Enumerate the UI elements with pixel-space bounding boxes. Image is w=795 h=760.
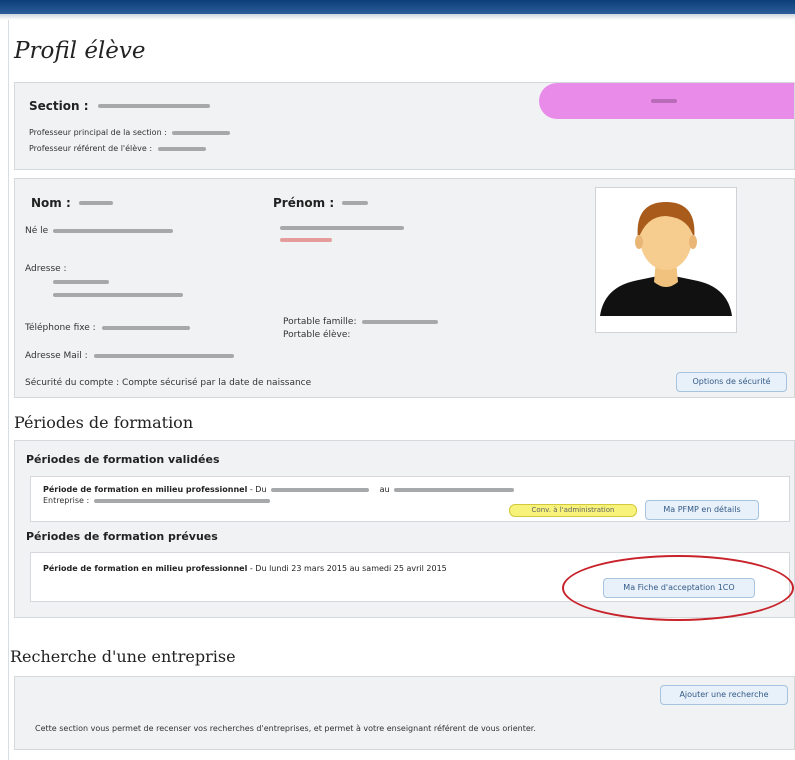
portable-eleve-label: Portable élève: <box>283 330 351 340</box>
avatar-icon <box>600 202 732 316</box>
section-value <box>97 103 210 108</box>
top-bar-shadow <box>0 14 795 20</box>
periode-validee-card: Période de formation en milieu professio… <box>30 476 790 522</box>
section-color-value <box>651 99 677 103</box>
adresse-line-1 <box>53 280 109 284</box>
telephone-fixe-value <box>101 325 190 330</box>
periode-prevue-dates: - Du lundi 23 mars 2015 au samedi 25 avr… <box>249 564 447 573</box>
adresse-mail-value <box>93 353 234 358</box>
adresse-mail-label: Adresse Mail : <box>25 351 88 361</box>
recherche-panel: Ajouter une recherche Cette section vous… <box>14 676 795 750</box>
prof-referent-value <box>157 146 206 151</box>
birth-place-value <box>280 226 404 230</box>
portable-famille-line: Portable famille: <box>283 317 439 327</box>
top-bar <box>0 0 795 14</box>
birth-detail-value <box>280 238 332 242</box>
periode-validee-title: Période de formation en milieu professio… <box>43 485 248 494</box>
periode-validee-end-date <box>394 487 515 492</box>
section-color-tab <box>539 83 794 119</box>
status-badge: Conv. à l'administration <box>509 504 637 517</box>
periodes-validees-title: Périodes de formation validées <box>26 453 220 466</box>
periodes-title: Périodes de formation <box>14 413 194 432</box>
prenom-line: Prénom : <box>273 192 369 211</box>
periode-validee-du-label: - Du <box>249 485 267 494</box>
entreprise-label: Entreprise : <box>43 496 90 505</box>
periode-validee-start-date <box>271 487 370 492</box>
pfmp-detail-button[interactable]: Ma PFMP en détails <box>645 500 759 520</box>
portable-famille-value <box>362 319 439 324</box>
adresse-line-2 <box>53 293 183 297</box>
securite-text: Sécurité du compte : Compte sécurisé par… <box>25 378 312 388</box>
prof-referent-line: Professeur référent de l'élève : <box>29 144 206 153</box>
prof-principal-label: Professeur principal de la section : <box>29 128 167 137</box>
periodes-prevues-title: Périodes de formation prévues <box>26 530 218 543</box>
security-options-button[interactable]: Options de sécurité <box>676 372 787 392</box>
entreprise-line: Entreprise : <box>43 496 270 505</box>
adresse-mail-line: Adresse Mail : <box>25 351 234 361</box>
nom-value <box>78 200 113 205</box>
prenom-value <box>342 200 369 205</box>
recherche-description: Cette section vous permet de recenser vo… <box>35 724 536 733</box>
adresse-label: Adresse : <box>25 264 67 274</box>
prenom-label: Prénom : <box>273 196 335 210</box>
nom-line: Nom : <box>31 192 113 211</box>
prof-principal-line: Professeur principal de la section : <box>29 128 231 137</box>
section-label: Section : <box>29 99 89 113</box>
avatar[interactable] <box>595 187 737 333</box>
prof-principal-value <box>172 130 231 135</box>
identity-panel: Nom : Prénom : Né le Adresse : Téléphone… <box>14 178 795 398</box>
ne-le-value <box>53 228 174 233</box>
section-panel: Section : Professeur principal de la sec… <box>14 82 795 170</box>
portable-famille-label: Portable famille: <box>283 317 357 327</box>
nom-label: Nom : <box>31 196 71 210</box>
periode-validee-line: Période de formation en milieu professio… <box>43 485 515 494</box>
periode-prevue-title: Période de formation en milieu professio… <box>43 564 248 573</box>
ne-le-label: Né le <box>25 226 49 236</box>
periode-prevue-line: Période de formation en milieu professio… <box>43 564 447 573</box>
left-border <box>8 20 9 760</box>
highlight-circle <box>562 555 794 621</box>
telephone-fixe-label: Téléphone fixe : <box>25 323 96 333</box>
periode-validee-au-label: au <box>379 485 390 494</box>
ne-le-line: Né le <box>25 226 174 236</box>
page-title: Profil élève <box>14 38 146 64</box>
telephone-fixe-line: Téléphone fixe : <box>25 323 190 333</box>
entreprise-value <box>93 498 270 503</box>
prof-referent-label: Professeur référent de l'élève : <box>29 144 153 153</box>
recherche-title: Recherche d'une entreprise <box>10 647 236 666</box>
add-search-button[interactable]: Ajouter une recherche <box>660 685 788 705</box>
section-line: Section : <box>29 95 210 114</box>
